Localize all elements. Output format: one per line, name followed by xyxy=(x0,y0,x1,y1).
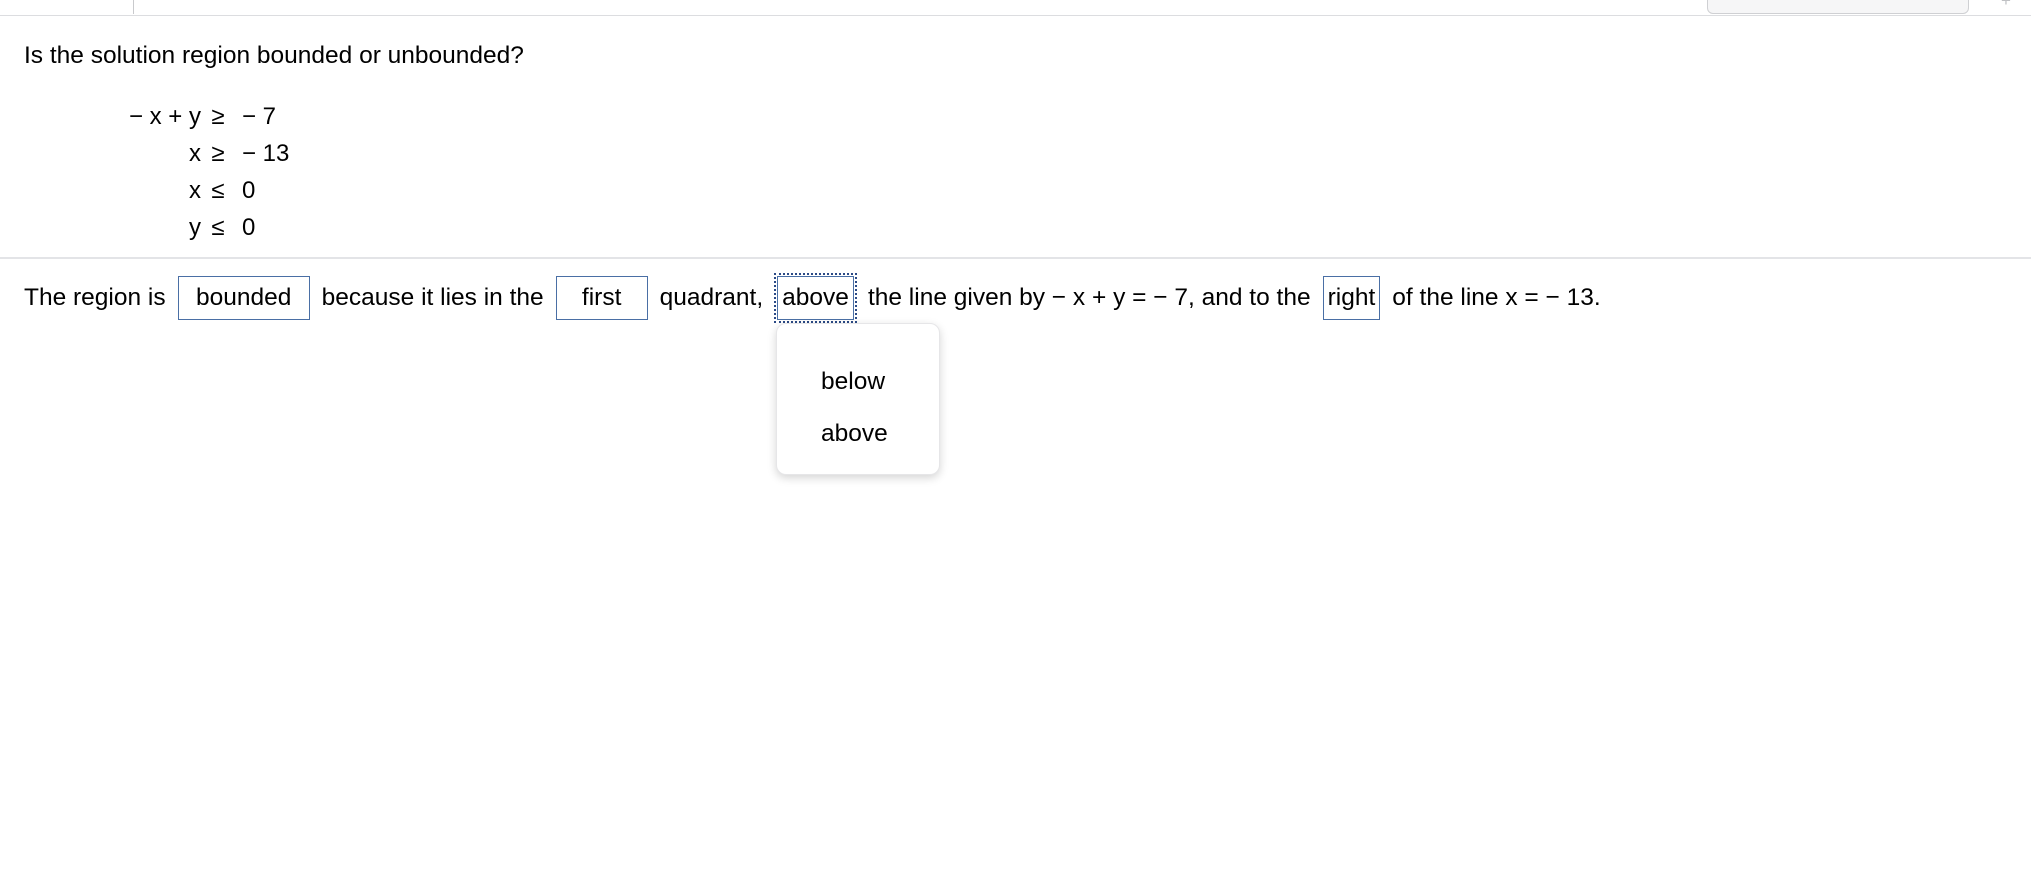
inequality-rhs: 0 xyxy=(242,214,256,241)
dropdown-option-above[interactable]: above xyxy=(777,408,939,460)
inequality-row: − x + y ≥ − 7 xyxy=(96,98,289,135)
answer-field-boundedness[interactable]: bounded xyxy=(177,276,310,320)
answer-field-line-side[interactable]: right xyxy=(1322,276,1381,320)
inequality-lhs: − x + y xyxy=(128,103,201,130)
toolbar-right-button[interactable] xyxy=(1707,0,1969,14)
answer-sentence: The region is bounded because it lies in… xyxy=(24,273,1607,323)
inequality-row: x ≤ 0 xyxy=(96,172,289,209)
inequality-system: − x + y ≥ − 7 x ≥ − 13 x ≤ 0 y ≤ 0 xyxy=(96,98,289,246)
inequality-operator: ≤ xyxy=(211,177,225,204)
inequality-rhs: 0 xyxy=(242,177,256,204)
inequality-operator: ≥ xyxy=(211,103,225,130)
answer-text-segment-4: the line given by − x + y = − 7, and to … xyxy=(867,284,1311,311)
dropdown-option-below[interactable]: below xyxy=(777,356,939,408)
inequality-row: y ≤ 0 xyxy=(96,209,289,246)
plus-icon[interactable]: + xyxy=(1997,0,2015,10)
answer-field-line-position[interactable]: above xyxy=(774,273,857,323)
answer-field-quadrant[interactable]: first xyxy=(555,276,648,320)
answer-text-segment-5: of the line x = − 13. xyxy=(1392,284,1601,311)
answer-text-segment-1: The region is xyxy=(24,284,166,311)
toolbar-divider xyxy=(133,0,134,14)
line-position-dropdown-menu[interactable]: below above xyxy=(776,323,940,475)
inequality-row: x ≥ − 13 xyxy=(96,135,289,172)
inequality-lhs: x xyxy=(189,177,201,204)
inequality-lhs: y xyxy=(189,214,201,241)
question-prompt: Is the solution region bounded or unboun… xyxy=(24,42,524,69)
answer-section-divider xyxy=(0,257,2031,259)
inequality-lhs: x xyxy=(189,140,201,167)
answer-text-segment-2: because it lies in the xyxy=(321,284,544,311)
inequality-operator: ≥ xyxy=(211,140,225,167)
answer-text-segment-3: quadrant, xyxy=(659,284,764,311)
inequality-rhs: − 7 xyxy=(242,103,277,130)
inequality-rhs: − 13 xyxy=(242,140,290,167)
inequality-operator: ≤ xyxy=(211,214,225,241)
